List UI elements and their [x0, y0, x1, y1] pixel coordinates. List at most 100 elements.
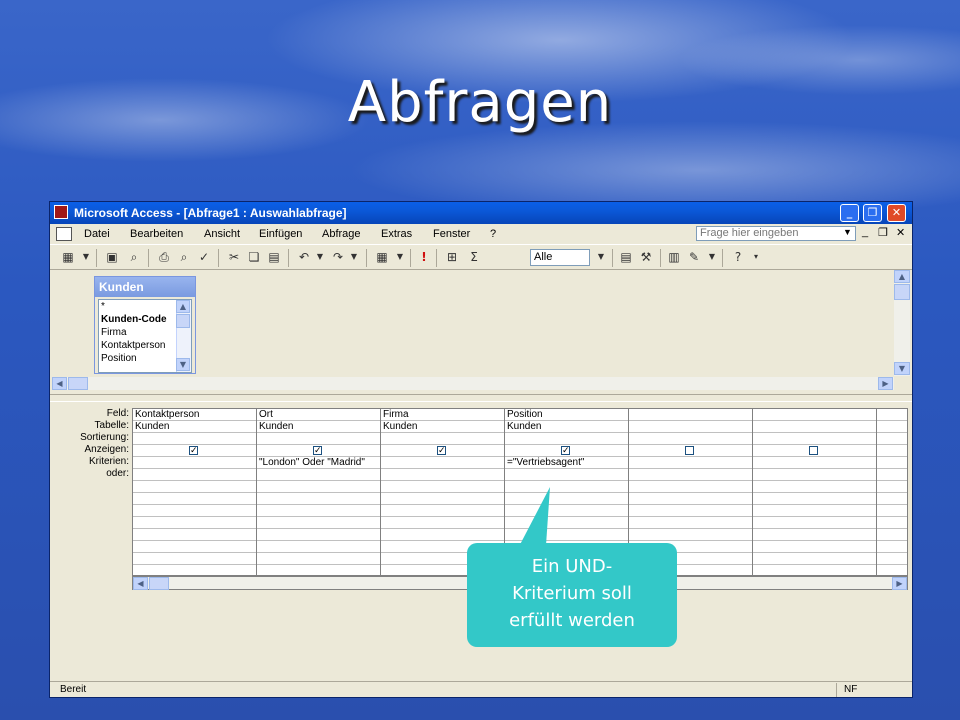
grid-cell-anzeigen[interactable]: ✓ [505, 445, 628, 457]
grid-cell[interactable] [877, 457, 907, 469]
grid-cell-sortierung[interactable] [381, 433, 504, 445]
grid-cell[interactable] [877, 541, 907, 553]
grid-cell[interactable] [877, 445, 907, 457]
grid-cell-feld[interactable]: Kontaktperson [133, 409, 256, 421]
scroll-right-icon[interactable]: ▶ [892, 577, 907, 590]
unchecked-checkbox[interactable] [685, 446, 694, 455]
field-list-scrollbar[interactable]: ▲ ▼ [176, 300, 191, 372]
grid-cell[interactable] [877, 409, 907, 421]
grid-cell[interactable] [753, 517, 876, 529]
field-list[interactable]: * Kunden-Code Firma Kontaktperson Positi… [98, 299, 192, 373]
kunden-table-box[interactable]: Kunden * Kunden-Code Firma Kontaktperson… [94, 276, 196, 374]
grid-cell-oder[interactable] [133, 469, 256, 481]
grid-cell[interactable] [133, 553, 256, 565]
scroll-left-icon[interactable]: ◀ [52, 377, 67, 390]
toolbar-options-icon[interactable]: ▾ [748, 250, 764, 264]
grid-cell[interactable] [877, 565, 907, 575]
scroll-right-icon[interactable]: ▶ [878, 377, 893, 390]
minimize-button[interactable]: _ [840, 204, 859, 222]
grid-cell-feld[interactable]: Firma [381, 409, 504, 421]
grid-cell-feld[interactable]: Position [505, 409, 628, 421]
grid-cell-oder[interactable] [629, 469, 752, 481]
menu-ansicht[interactable]: Ansicht [204, 228, 240, 240]
grid-cell-tabelle[interactable]: Kunden [257, 421, 380, 433]
grid-cell[interactable] [257, 517, 380, 529]
grid-cell-kriterien[interactable] [753, 457, 876, 469]
query-type-icon[interactable]: ▦ [374, 250, 390, 264]
grid-cell[interactable] [505, 517, 628, 529]
grid-cell-anzeigen[interactable]: ✓ [381, 445, 504, 457]
grid-cell[interactable] [133, 565, 256, 575]
view-icon[interactable]: ▦ [60, 250, 76, 264]
menu-help[interactable]: ? [490, 228, 496, 240]
run-icon[interactable]: ! [416, 250, 432, 264]
new-object-icon[interactable]: ✎ [686, 250, 702, 264]
grid-cell[interactable] [505, 481, 628, 493]
top-values-dropdown-icon[interactable]: ▼ [593, 250, 609, 264]
grid-cell-sortierung[interactable] [629, 433, 752, 445]
table-pane-vscroll[interactable]: ▲ ▼ [894, 270, 910, 376]
menu-abfrage[interactable]: Abfrage [322, 228, 361, 240]
grid-cell[interactable] [257, 541, 380, 553]
grid-cell[interactable] [381, 505, 504, 517]
grid-cell[interactable] [877, 481, 907, 493]
grid-cell[interactable] [877, 433, 907, 445]
properties-icon[interactable]: ▤ [618, 250, 634, 264]
help-search-input[interactable]: Frage hier eingeben [696, 226, 856, 241]
grid-cell-tabelle[interactable] [629, 421, 752, 433]
table-box-title[interactable]: Kunden [95, 277, 195, 297]
grid-cell[interactable] [877, 469, 907, 481]
grid-cell[interactable] [133, 541, 256, 553]
grid-cell[interactable] [381, 493, 504, 505]
grid-cell[interactable] [133, 481, 256, 493]
print-icon[interactable]: ⎙ [156, 250, 172, 264]
grid-cell[interactable] [877, 421, 907, 433]
doc-minimize-icon[interactable]: _ [862, 226, 868, 238]
grid-cell[interactable] [629, 481, 752, 493]
grid-cell[interactable] [133, 493, 256, 505]
grid-cell-oder[interactable] [505, 469, 628, 481]
query-type-dropdown-icon[interactable]: ▼ [392, 250, 408, 264]
new-object-dropdown-icon[interactable]: ▼ [704, 250, 720, 264]
pane-splitter[interactable] [50, 394, 912, 402]
redo-icon[interactable]: ↷ [330, 250, 346, 264]
grid-cell[interactable] [133, 529, 256, 541]
view-dropdown-icon[interactable]: ▼ [78, 250, 94, 264]
grid-cell[interactable] [629, 493, 752, 505]
grid-cell-anzeigen[interactable]: ✓ [133, 445, 256, 457]
grid-column[interactable]: Kontaktperson Kunden ✓ [133, 409, 257, 575]
grid-cell[interactable] [133, 505, 256, 517]
grid-cell[interactable] [753, 505, 876, 517]
grid-cell-feld[interactable] [629, 409, 752, 421]
grid-cell[interactable] [753, 541, 876, 553]
scroll-thumb[interactable] [68, 377, 88, 390]
grid-cell[interactable] [381, 481, 504, 493]
scroll-down-icon[interactable]: ▼ [894, 362, 910, 375]
grid-cell[interactable] [133, 517, 256, 529]
scroll-up-icon[interactable]: ▲ [176, 300, 190, 313]
grid-cell-kriterien[interactable] [629, 457, 752, 469]
title-bar[interactable]: Microsoft Access - [Abfrage1 : Auswahlab… [50, 202, 912, 224]
grid-cell-oder[interactable] [257, 469, 380, 481]
maximize-button[interactable]: ❐ [863, 204, 882, 222]
cut-icon[interactable]: ✂ [226, 250, 242, 264]
scroll-up-icon[interactable]: ▲ [894, 270, 910, 283]
grid-cell-tabelle[interactable]: Kunden [133, 421, 256, 433]
checked-checkbox[interactable]: ✓ [437, 446, 446, 455]
grid-cell[interactable] [257, 553, 380, 565]
checked-checkbox[interactable]: ✓ [189, 446, 198, 455]
undo-dropdown-icon[interactable]: ▼ [312, 250, 328, 264]
search-file-icon[interactable]: ⌕ [126, 250, 142, 264]
scroll-thumb[interactable] [176, 314, 190, 328]
menu-einfuegen[interactable]: Einfügen [259, 228, 302, 240]
grid-cell-sortierung[interactable] [257, 433, 380, 445]
help-icon[interactable]: ? [730, 250, 746, 264]
show-table-icon[interactable]: ⊞ [444, 250, 460, 264]
grid-cell-tabelle[interactable] [753, 421, 876, 433]
grid-cell[interactable] [629, 505, 752, 517]
grid-cell[interactable] [877, 529, 907, 541]
table-pane-hscroll[interactable]: ◀ ▶ [52, 377, 894, 390]
save-icon[interactable]: ▣ [104, 250, 120, 264]
grid-cell-sortierung[interactable] [753, 433, 876, 445]
redo-dropdown-icon[interactable]: ▼ [346, 250, 362, 264]
